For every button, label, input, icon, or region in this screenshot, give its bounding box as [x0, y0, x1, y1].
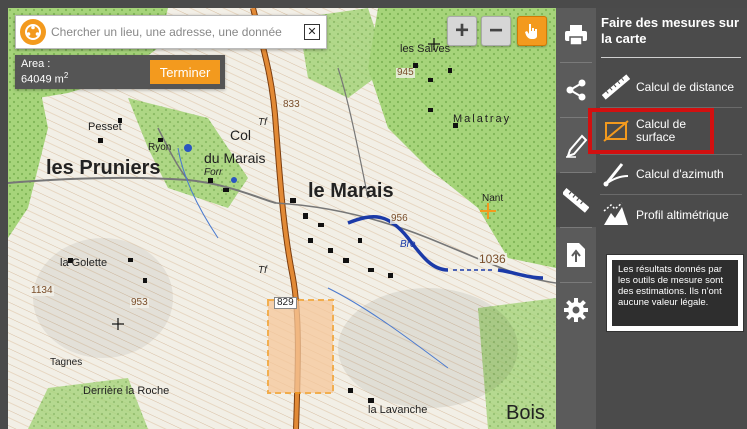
area-readout: Area : 64049 m2 [15, 58, 68, 86]
gear-icon [564, 298, 588, 322]
pan-button[interactable] [517, 16, 547, 46]
map-label-la-lavanche: la Lavanche [368, 404, 428, 416]
map-label-les-salves: les Salves [400, 43, 451, 55]
pencil-icon [566, 134, 588, 158]
map-label-bois: Bois [506, 402, 545, 424]
map-label-du-marais: du Marais [204, 150, 266, 166]
panel-title: Faire des mesures sur la carte [601, 15, 740, 46]
profile-tool-item[interactable]: Profil altimétrique [600, 196, 742, 234]
map-label-tf-2: Tf [258, 265, 267, 276]
hand-pointer-icon [525, 24, 537, 39]
export-tool-button[interactable] [556, 228, 596, 282]
azimuth-icon [600, 158, 632, 190]
tools-toolbar [556, 8, 596, 429]
map-label-derriere-la-roche: Derrière la Roche [83, 385, 170, 397]
panel-title-rule [601, 57, 741, 58]
elevation-833: 833 [282, 99, 301, 110]
map-label-le-marais: le Marais [308, 180, 394, 202]
map-label-la-golette: la Golette [60, 257, 108, 269]
ruler-distance-icon [600, 71, 632, 103]
clear-search-button[interactable]: ✕ [304, 24, 320, 40]
elevation-1036: 1036 [478, 252, 507, 266]
area-value-line: 64049 m2 [21, 70, 68, 86]
disclaimer-box: Les résultats donnés par les outils de m… [606, 254, 744, 332]
disclaimer-text: Les résultats donnés par les outils de m… [612, 260, 738, 326]
printer-icon [565, 25, 587, 46]
measure-panel: Faire des mesures sur la carte Calcul de… [588, 8, 747, 429]
area-icon [600, 115, 632, 147]
measure-result-box: Area : 64049 m2 Terminer [15, 55, 225, 89]
distance-tool-label: Calcul de distance [636, 79, 735, 94]
zoom-in-button[interactable]: + [447, 16, 477, 46]
azimuth-tool-item[interactable]: Calcul d'azimuth [600, 155, 742, 193]
finish-measure-button[interactable]: Terminer [150, 60, 220, 84]
map-label-tagnes: Tagnes [50, 357, 83, 368]
map-label-pesset: Pesset [88, 121, 122, 133]
area-value: 64049 m [21, 73, 64, 86]
map-label-ryon: Ryon [148, 142, 172, 153]
area-label: Area : [21, 58, 51, 71]
search-bar: ✕ [15, 15, 327, 49]
distance-tool-item[interactable]: Calcul de distance [600, 68, 742, 106]
elevation-829: 829 [274, 297, 297, 309]
search-input[interactable] [46, 19, 304, 45]
map-label-forr: Forr [204, 167, 223, 178]
elevation-956: 956 [390, 213, 409, 224]
elevation-945: 945 [396, 67, 415, 78]
elevation-953: 953 [130, 297, 149, 308]
geoportail-logo-icon[interactable] [20, 19, 46, 45]
share-icon [566, 79, 586, 101]
map-label-malatray: Malatray [453, 113, 512, 125]
map-label-col: Col [230, 127, 252, 143]
surface-tool-label: Calcul de surface [636, 117, 687, 144]
elevation-1134: 1134 [30, 285, 54, 296]
settings-tool-button[interactable] [556, 283, 596, 337]
measure-tool-button[interactable] [556, 173, 596, 227]
file-export-icon [567, 243, 585, 267]
map-label-bre: Bre [400, 239, 416, 250]
profile-tool-label: Profil altimétrique [636, 207, 729, 222]
panel-item-divider [600, 194, 742, 195]
zoom-out-button[interactable]: − [481, 16, 511, 46]
surface-tool-item[interactable]: Calcul de surface [588, 108, 714, 154]
print-tool-button[interactable] [556, 8, 596, 62]
map-label-tf: Tf [258, 117, 267, 128]
azimuth-tool-label: Calcul d'azimuth [636, 166, 724, 181]
map-label-les-pruniers: les Pruniers [46, 157, 161, 179]
ruler-icon [563, 188, 589, 213]
elevation-profile-icon [600, 199, 632, 231]
area-unit-sup: 2 [63, 71, 69, 81]
map-label-nant: Nant [482, 193, 504, 204]
